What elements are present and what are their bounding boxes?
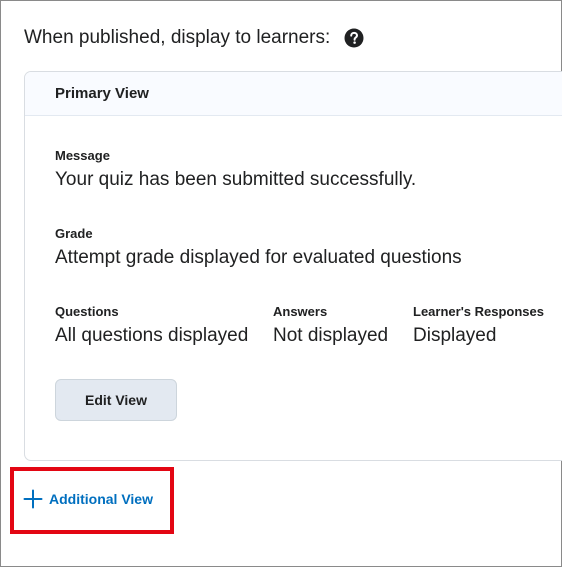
edit-view-button[interactable]: Edit View (55, 379, 177, 421)
section-heading: When published, display to learners: (24, 27, 364, 49)
questions-label: Questions (55, 304, 119, 319)
question-circle-icon[interactable] (344, 28, 364, 48)
section-heading-text: When published, display to learners: (24, 27, 331, 48)
additional-view-button[interactable]: Additional View (23, 489, 153, 509)
card-header: Primary View (25, 72, 562, 116)
message-value: Your quiz has been submitted successfull… (55, 169, 417, 190)
grade-label: Grade (55, 226, 93, 241)
plus-icon (23, 489, 43, 509)
answers-label: Answers (273, 304, 328, 319)
answers-value: Not displayed (273, 325, 389, 346)
message-label: Message (55, 148, 110, 163)
responses-label: Learner's Responses (413, 304, 544, 319)
grade-value: Attempt grade displayed for evaluated qu… (55, 247, 462, 268)
questions-value: All questions displayed (55, 325, 249, 346)
primary-view-title: Primary View (55, 85, 149, 102)
responses-value: Displayed (413, 325, 497, 346)
additional-view-label: Additional View (49, 491, 153, 507)
primary-view-card: Primary View Message Your quiz has been … (24, 71, 562, 461)
